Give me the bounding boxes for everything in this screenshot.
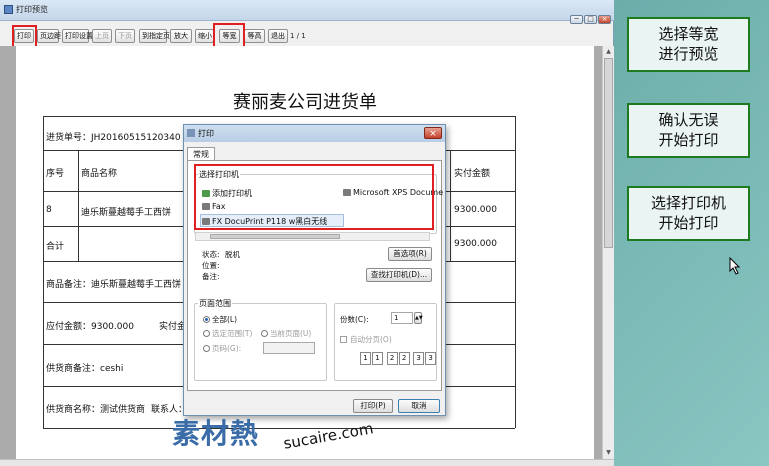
- table-border: [78, 150, 79, 261]
- range-all-label: 全部(L): [212, 315, 238, 324]
- tab-general[interactable]: 常规: [187, 147, 215, 161]
- table-border: [43, 428, 515, 429]
- range-selection-radio[interactable]: [203, 330, 210, 337]
- close-button[interactable]: ×: [598, 15, 611, 24]
- range-pages-radio[interactable]: [203, 345, 210, 352]
- range-current-label: 当前页面(U): [270, 329, 312, 338]
- total-label: 合计: [46, 242, 65, 252]
- order-number: 进货单号：JH20160515120340: [46, 133, 181, 143]
- note-fit-width: 选择等宽 进行预览: [627, 17, 750, 72]
- scroll-thumb[interactable]: [604, 58, 613, 248]
- page-range-input[interactable]: [263, 342, 315, 354]
- row-amount: 9300.000: [454, 205, 497, 215]
- note-line: 选择等宽: [658, 25, 719, 43]
- range-current-radio[interactable]: [261, 330, 268, 337]
- row-seq: 8: [46, 205, 52, 215]
- exit-button[interactable]: 退出: [268, 29, 288, 43]
- mouse-cursor-icon: [729, 257, 741, 275]
- status-value: 脱机: [225, 250, 240, 259]
- collate-preview-icon: 11 22 33: [360, 352, 437, 365]
- page-indicator: 1 / 1: [290, 32, 306, 40]
- note-line: 开始打印: [658, 214, 719, 232]
- note-line: 开始打印: [658, 131, 719, 149]
- comment-label: 备注:: [202, 272, 220, 281]
- range-selection-label: 选定范围(T): [212, 329, 253, 338]
- goto-page-button[interactable]: 到指定页: [139, 29, 170, 43]
- note-line: 确认无误: [658, 111, 719, 129]
- range-pages-label: 页码(G):: [212, 344, 242, 353]
- col-name-header: 商品名称: [81, 169, 118, 179]
- table-border: [43, 116, 44, 428]
- window-titlebar[interactable]: 打印预览: [0, 0, 614, 21]
- collate-label: 自动分页(O): [350, 335, 392, 344]
- table-border: [43, 116, 515, 117]
- preview-toolbar: 打印 页边距 打印设置 上页 下页 到指定页 放大 缩小 等宽 等高 退出 1 …: [0, 26, 614, 46]
- printer-list-scrollbar[interactable]: [195, 232, 430, 241]
- status-bar: [0, 459, 614, 466]
- app-icon: [4, 5, 13, 14]
- scroll-up-icon[interactable]: ▲: [604, 47, 613, 56]
- printer-list-scroll-thumb[interactable]: [210, 234, 340, 239]
- preview-scrollbar[interactable]: ▲ ▼: [602, 46, 614, 460]
- range-all-radio[interactable]: [203, 316, 210, 323]
- status-label: 状态:: [202, 250, 220, 259]
- copies-input[interactable]: 1: [391, 312, 413, 324]
- copies-label: 份数(C):: [340, 315, 369, 324]
- prev-page-button[interactable]: 上页: [92, 29, 112, 43]
- row-name: 迪乐斯蔓越莓手工西饼: [81, 208, 172, 218]
- watermark-logo: 素材熱: [172, 417, 260, 450]
- table-border: [515, 116, 516, 428]
- find-printer-button[interactable]: 查找打印机(D)...: [366, 268, 432, 282]
- dialog-titlebar[interactable]: 打印: [184, 125, 445, 142]
- fit-height-button[interactable]: 等高: [244, 29, 265, 43]
- paid-amount: 实付金: [159, 322, 187, 332]
- note-line: 进行预览: [658, 45, 719, 63]
- minimize-button[interactable]: ─: [570, 15, 583, 24]
- preferences-button[interactable]: 首选项(R): [388, 247, 432, 261]
- payable-amount: 应付金额：9300.000: [46, 322, 134, 332]
- dialog-cancel-button[interactable]: 取消: [398, 399, 440, 413]
- window-title: 打印预览: [16, 5, 48, 14]
- margins-button[interactable]: 页边距: [37, 29, 61, 43]
- dialog-title: 打印: [198, 129, 214, 138]
- next-page-button[interactable]: 下页: [115, 29, 135, 43]
- page-range-label: 页面范围: [198, 298, 232, 309]
- copies-stepper[interactable]: ▲▼: [414, 312, 423, 324]
- note-select-printer: 选择打印机 开始打印: [627, 186, 750, 241]
- highlight-printer-list: [194, 164, 434, 230]
- note-line: 选择打印机: [650, 194, 726, 212]
- zoom-out-button[interactable]: 缩小: [195, 29, 214, 43]
- total-amount: 9300.000: [454, 239, 497, 249]
- col-amount-header: 实付金额: [454, 169, 491, 179]
- dialog-close-button[interactable]: ×: [424, 127, 442, 139]
- zoom-in-button[interactable]: 放大: [170, 29, 192, 43]
- print-dialog-icon: [187, 129, 195, 137]
- note-confirm-print: 确认无误 开始打印: [627, 103, 750, 158]
- location-label: 位置:: [202, 261, 220, 270]
- supplier-name: 供货商名称：测试供货商: [46, 405, 146, 415]
- col-seq-header: 序号: [46, 169, 65, 179]
- scroll-down-icon[interactable]: ▼: [604, 448, 613, 457]
- collate-checkbox[interactable]: [340, 336, 347, 343]
- maximize-button[interactable]: □: [584, 15, 597, 24]
- table-border: [450, 150, 451, 261]
- dialog-print-button[interactable]: 打印(P): [353, 399, 393, 413]
- goods-note: 商品备注：迪乐斯蔓越莓手工西饼: [46, 280, 182, 290]
- print-settings-button[interactable]: 打印设置: [62, 29, 93, 43]
- document-title: 赛丽麦公司进货单: [233, 92, 377, 113]
- highlight-fit-width-button: [213, 23, 245, 48]
- supplier-note: 供货商备注：ceshi: [46, 364, 124, 374]
